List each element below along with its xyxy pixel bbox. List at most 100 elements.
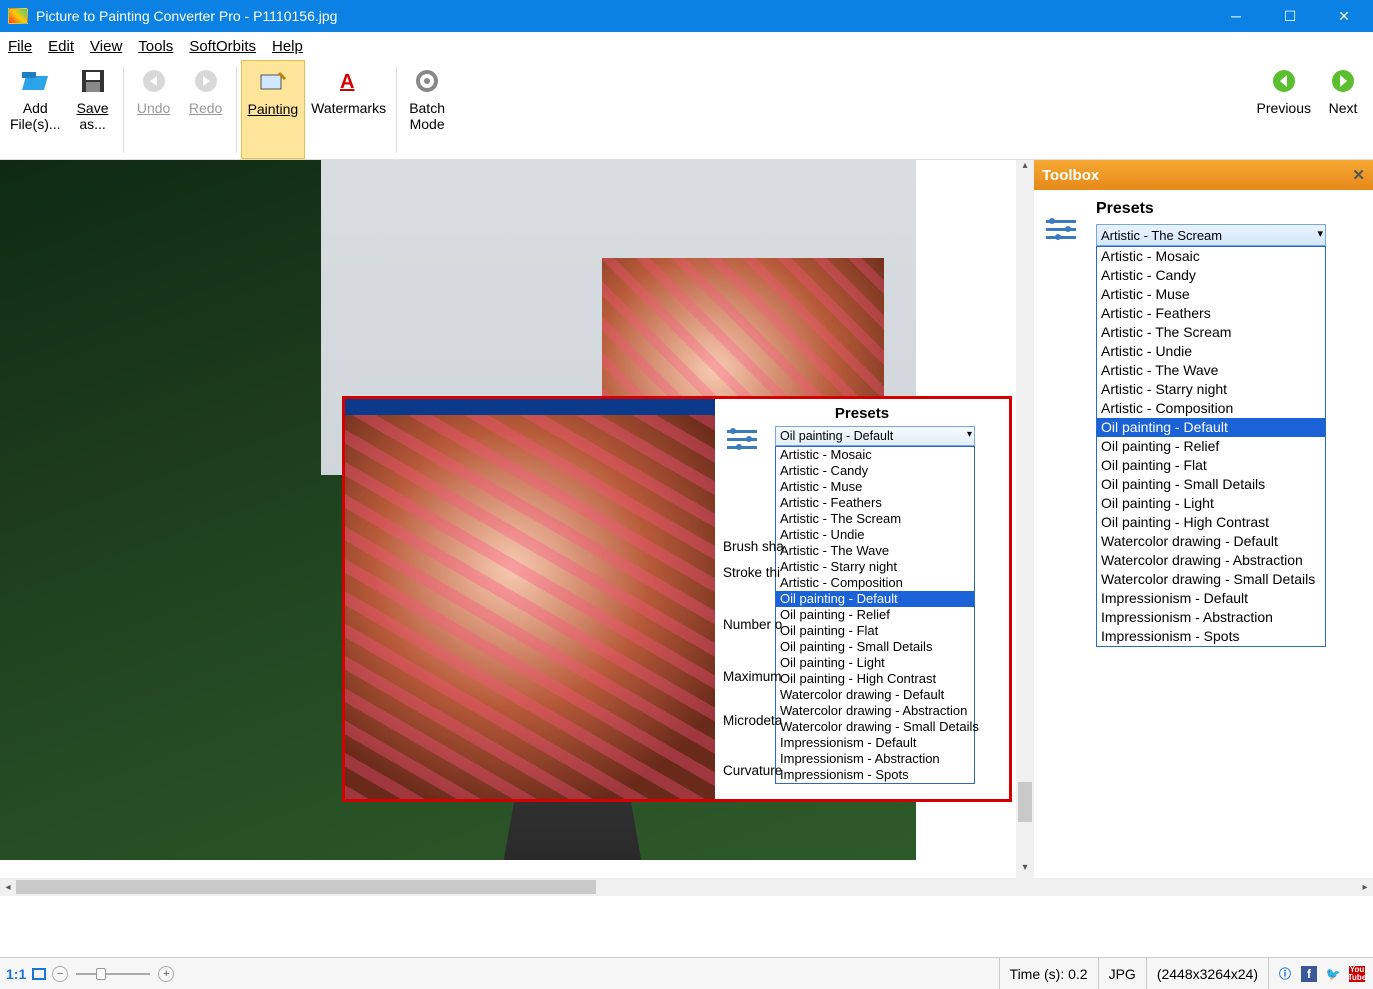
preset-option[interactable]: Artistic - Feathers — [776, 495, 974, 511]
menu-file[interactable]: File — [8, 38, 32, 55]
overlay-preset-dropdown[interactable]: Artistic - MosaicArtistic - CandyArtisti… — [775, 446, 975, 784]
zoom-slider[interactable] — [68, 967, 158, 981]
preset-combobox[interactable]: Artistic - The Scream ▾ — [1096, 224, 1326, 246]
overlay-presets-panel: Presets Oil painting - Default ▾ Artisti… — [715, 399, 1009, 799]
toolbox-title: Toolbox — [1042, 167, 1099, 184]
menu-view[interactable]: View — [90, 38, 122, 55]
preset-option val[interactable]: Artistic - Composition — [1097, 399, 1325, 418]
preset-option val[interactable]: Artistic - Candy — [1097, 266, 1325, 285]
preset-option[interactable]: Artistic - Candy — [776, 463, 974, 479]
scroll-up-icon[interactable]: ▴ — [1016, 160, 1034, 176]
preset-option[interactable]: Artistic - The Wave — [776, 543, 974, 559]
redo-label: Redo — [189, 100, 222, 116]
preset-option[interactable]: Oil painting - Small Details — [776, 639, 974, 655]
preset-option val[interactable]: Artistic - Undie — [1097, 342, 1325, 361]
preset-option val[interactable]: Oil painting - Default — [1097, 418, 1325, 437]
preset-option val[interactable]: Watercolor drawing - Default — [1097, 532, 1325, 551]
scroll-down-icon[interactable]: ▾ — [1016, 862, 1034, 878]
preset-option[interactable]: Artistic - The Scream — [776, 511, 974, 527]
preset-option[interactable]: Oil painting - Relief — [776, 607, 974, 623]
overlay-preset-combobox[interactable]: Oil painting - Default ▾ — [775, 426, 975, 446]
scroll-thumb[interactable] — [16, 880, 596, 894]
scroll-left-icon[interactable]: ◂ — [0, 882, 16, 893]
preset-option val[interactable]: Artistic - The Scream — [1097, 323, 1325, 342]
previous-button[interactable]: Previous — [1251, 60, 1317, 159]
overlay-params: Brush sha Stroke thi Number o Maximum Mi… — [723, 534, 784, 784]
maximize-button[interactable]: ☐ — [1277, 3, 1303, 29]
close-button[interactable]: ✕ — [1331, 3, 1357, 29]
scroll-right-icon[interactable]: ▸ — [1357, 882, 1373, 893]
preset-option[interactable]: Artistic - Composition — [776, 575, 974, 591]
minimize-button[interactable]: ─ — [1223, 3, 1249, 29]
preset-option[interactable]: Impressionism - Abstraction — [776, 751, 974, 767]
app-icon — [8, 8, 28, 24]
preset-dropdown[interactable]: Artistic - MosaicArtistic - CandyArtisti… — [1096, 246, 1326, 647]
preset-option[interactable]: Watercolor drawing - Abstraction — [776, 703, 974, 719]
preset-option[interactable]: Artistic - Muse — [776, 479, 974, 495]
add-files-label1: Add — [23, 100, 48, 116]
preset-option val[interactable]: Oil painting - Small Details — [1097, 475, 1325, 494]
painting-icon — [258, 67, 288, 97]
preset-option[interactable]: Impressionism - Spots — [776, 767, 974, 783]
sliders-icon — [723, 426, 765, 454]
undo-button[interactable]: Undo — [128, 60, 180, 159]
preset-option[interactable]: Artistic - Undie — [776, 527, 974, 543]
statusbar: 1:1 − + Time (s): 0.2 JPG (2448x3264x24)… — [0, 957, 1373, 989]
fit-screen-icon[interactable] — [32, 968, 46, 980]
vertical-scrollbar[interactable]: ▴ ▾ — [1016, 160, 1034, 878]
undo-label: Undo — [137, 100, 170, 116]
toolbox-close-icon[interactable]: ✕ — [1352, 166, 1365, 184]
redo-button[interactable]: Redo — [180, 60, 232, 159]
preset-option val[interactable]: Oil painting - Relief — [1097, 437, 1325, 456]
facebook-icon[interactable]: f — [1301, 966, 1317, 982]
batch-mode-button[interactable]: Batch Mode — [401, 60, 453, 159]
gear-icon — [412, 66, 442, 96]
preset-option val[interactable]: Artistic - Starry night — [1097, 380, 1325, 399]
preset-option val[interactable]: Artistic - Muse — [1097, 285, 1325, 304]
toolbar-separator — [236, 66, 237, 153]
status-time: Time (s): 0.2 — [999, 958, 1098, 989]
watermarks-button[interactable]: A Watermarks — [305, 60, 392, 159]
toolbar: Add File(s)... Save as... Undo Redo Pain… — [0, 60, 1373, 160]
add-files-button[interactable]: Add File(s)... — [4, 60, 67, 159]
preset-option val[interactable]: Oil painting - Flat — [1097, 456, 1325, 475]
painting-button[interactable]: Painting — [241, 60, 306, 159]
scroll-thumb[interactable] — [1018, 782, 1032, 822]
preset-option[interactable]: Artistic - Starry night — [776, 559, 974, 575]
preset-option[interactable]: Impressionism - Default — [776, 735, 974, 751]
preset-option[interactable]: Watercolor drawing - Small Details — [776, 719, 974, 735]
menu-tools[interactable]: Tools — [138, 38, 173, 55]
preset-option[interactable]: Artistic - Mosaic — [776, 447, 974, 463]
preset-option[interactable]: Oil painting - Flat — [776, 623, 974, 639]
youtube-icon[interactable]: YouTube — [1349, 966, 1365, 982]
menu-help[interactable]: Help — [272, 38, 303, 55]
preset-option val[interactable]: Watercolor drawing - Abstraction — [1097, 551, 1325, 570]
preset-option val[interactable]: Impressionism - Abstraction — [1097, 608, 1325, 627]
preset-option val[interactable]: Artistic - Mosaic — [1097, 247, 1325, 266]
watermarks-icon: A — [334, 66, 364, 96]
info-icon[interactable]: ⓘ — [1277, 966, 1293, 982]
preset-option val[interactable]: Impressionism - Default — [1097, 589, 1325, 608]
preset-option val[interactable]: Oil painting - High Contrast — [1097, 513, 1325, 532]
preset-option val[interactable]: Watercolor drawing - Small Details — [1097, 570, 1325, 589]
zoom-slider-thumb[interactable] — [96, 968, 106, 980]
zoom-in-button[interactable]: + — [158, 966, 174, 982]
zoom-out-button[interactable]: − — [52, 966, 68, 982]
preset-option val[interactable]: Artistic - Feathers — [1097, 304, 1325, 323]
preset-option[interactable]: Oil painting - High Contrast — [776, 671, 974, 687]
twitter-icon[interactable]: 🐦 — [1325, 966, 1341, 982]
menu-edit[interactable]: Edit — [48, 38, 74, 55]
menu-softorbits[interactable]: SoftOrbits — [189, 38, 256, 55]
save-as-button[interactable]: Save as... — [67, 60, 119, 159]
preset-option val[interactable]: Oil painting - Light — [1097, 494, 1325, 513]
preset-option[interactable]: Oil painting - Default — [776, 591, 974, 607]
preset-option[interactable]: Oil painting - Light — [776, 655, 974, 671]
preset-option[interactable]: Watercolor drawing - Default — [776, 687, 974, 703]
zoom-ratio-label[interactable]: 1:1 — [6, 966, 26, 982]
next-button[interactable]: Next — [1317, 60, 1369, 159]
preset-option val[interactable]: Artistic - The Wave — [1097, 361, 1325, 380]
chevron-down-icon: ▾ — [967, 429, 972, 440]
toolbox-header: Toolbox ✕ — [1034, 160, 1373, 190]
preset-option val[interactable]: Impressionism - Spots — [1097, 627, 1325, 646]
horizontal-scrollbar[interactable]: ◂ ▸ — [0, 878, 1373, 896]
